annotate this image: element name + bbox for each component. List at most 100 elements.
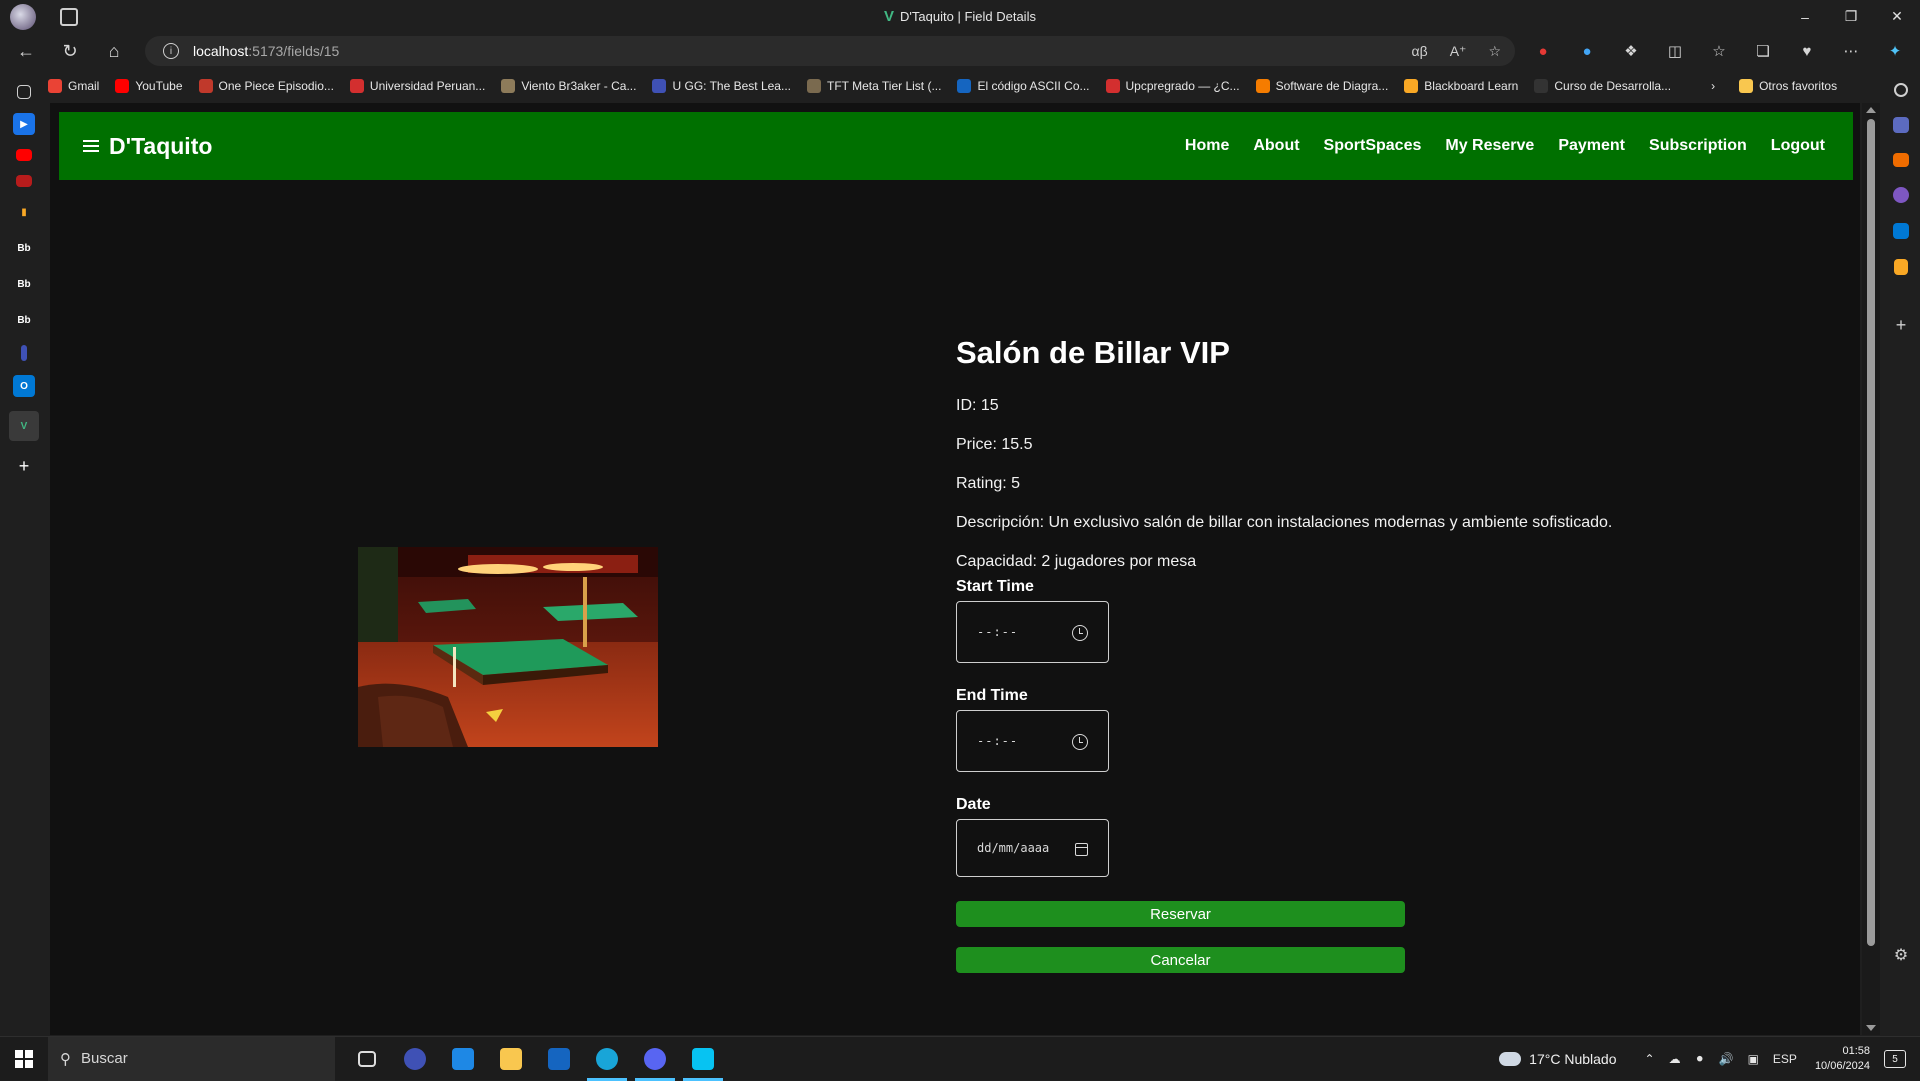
page-scrollbar[interactable]	[1862, 103, 1880, 1035]
back-button[interactable]: ←	[8, 35, 44, 67]
course-icon	[1534, 79, 1549, 93]
url-bar[interactable]: i localhost:5173/fields/15 αβ A⁺ ☆	[145, 36, 1515, 66]
refresh-button[interactable]: ↻	[52, 35, 88, 67]
cancel-button[interactable]: Cancelar	[956, 947, 1405, 973]
outlook-icon[interactable]	[1893, 223, 1909, 239]
nav-my-reserve[interactable]: My Reserve	[1445, 137, 1534, 155]
tab-youtube-icon[interactable]	[16, 175, 32, 187]
bookmark-item[interactable]: Blackboard Learn	[1404, 79, 1518, 93]
extensions-icon[interactable]: ❖	[1618, 38, 1644, 64]
restore-button[interactable]: ❐	[1828, 0, 1874, 33]
task-view-button[interactable]	[343, 1037, 391, 1081]
other-favorites-folder[interactable]: Otros favoritos	[1739, 79, 1837, 93]
volume-icon[interactable]: 🔊	[1719, 1052, 1734, 1066]
chart-icon[interactable]	[1894, 259, 1908, 275]
nav-home[interactable]: Home	[1185, 137, 1229, 155]
university-icon	[349, 79, 364, 93]
nav-about[interactable]: About	[1253, 137, 1299, 155]
notifications-icon[interactable]: 5	[1884, 1050, 1906, 1068]
nav-subscription[interactable]: Subscription	[1649, 137, 1747, 155]
add-sidebar-app-icon[interactable]: +	[1891, 315, 1911, 335]
chevron-right-icon[interactable]: ›	[1711, 79, 1715, 93]
weather-widget[interactable]: 17°C Nublado	[1499, 1051, 1617, 1067]
nav-logout[interactable]: Logout	[1771, 137, 1825, 155]
games-icon[interactable]	[1893, 187, 1909, 203]
tab-video-icon[interactable]: ▶	[13, 113, 35, 135]
clock-icon[interactable]	[1072, 734, 1088, 750]
bookmark-item[interactable]: U GG: The Best Lea...	[652, 79, 791, 93]
bookmark-item[interactable]: El código ASCII Co...	[957, 79, 1090, 93]
bookmark-item[interactable]: Universidad Peruan...	[349, 79, 485, 93]
start-time-input[interactable]: --:--	[956, 601, 1109, 663]
tab-generic-icon[interactable]	[21, 345, 27, 361]
performance-icon[interactable]: ♥	[1794, 38, 1820, 64]
tab-youtube-icon[interactable]	[16, 149, 32, 161]
taskbar-search[interactable]: ⚲ Buscar	[48, 1036, 335, 1081]
taskbar-app[interactable]	[439, 1037, 487, 1081]
tab-chart-icon[interactable]: ▮	[13, 201, 35, 223]
copilot-icon[interactable]: ✦	[1882, 38, 1908, 64]
search-icon[interactable]	[1894, 83, 1908, 97]
minimize-button[interactable]: –	[1782, 0, 1828, 33]
new-tab-icon[interactable]: +	[13, 455, 35, 477]
scrollbar-thumb[interactable]	[1867, 119, 1875, 946]
bookmark-item[interactable]: YouTube	[115, 79, 183, 93]
tab-blackboard-icon[interactable]: Bb	[13, 237, 35, 259]
close-window-button[interactable]: ✕	[1874, 0, 1920, 33]
microphone-icon[interactable]: ⚫	[1695, 1052, 1705, 1066]
vertical-tabs-icon[interactable]	[17, 85, 31, 99]
edge-browser-icon	[596, 1047, 618, 1070]
favorite-star-icon[interactable]: ☆	[1488, 43, 1501, 60]
app-brand[interactable]: D'Taquito	[109, 133, 212, 160]
tab-outlook-icon[interactable]: O	[13, 375, 35, 397]
tab-vue-icon[interactable]: V	[9, 411, 39, 441]
bookmark-item[interactable]: Curso de Desarrolla...	[1534, 79, 1671, 93]
profile-avatar[interactable]	[10, 3, 36, 30]
taskbar-app[interactable]	[583, 1037, 631, 1081]
taskbar-app[interactable]	[391, 1037, 439, 1081]
network-icon[interactable]: ▣	[1748, 1052, 1759, 1066]
favorites-icon[interactable]: ☆	[1706, 38, 1732, 64]
bookmark-item[interactable]: TFT Meta Tier List (...	[806, 79, 941, 93]
settings-gear-icon[interactable]: ⚙	[1891, 945, 1911, 965]
chevron-up-icon[interactable]: ⌃	[1645, 1052, 1655, 1066]
weather-text: 17°C Nublado	[1529, 1051, 1617, 1067]
more-menu-icon[interactable]: ⋯	[1838, 38, 1864, 64]
tools-icon[interactable]	[1893, 153, 1909, 167]
taskbar-app[interactable]	[631, 1037, 679, 1081]
clock-icon[interactable]	[1072, 625, 1088, 641]
extension-blue-icon[interactable]: ●	[1574, 38, 1600, 64]
end-time-input[interactable]: --:--	[956, 710, 1109, 772]
taskbar-app[interactable]	[487, 1037, 535, 1081]
shopping-icon[interactable]	[1893, 117, 1909, 133]
nav-sportspaces[interactable]: SportSpaces	[1324, 137, 1422, 155]
taskbar-clock[interactable]: 01:58 10/06/2024	[1815, 1044, 1870, 1074]
tab-actions-icon[interactable]	[60, 7, 78, 26]
taskbar-app[interactable]	[679, 1037, 727, 1081]
site-info-icon[interactable]: i	[163, 43, 179, 59]
translate-icon[interactable]: αβ	[1412, 43, 1428, 60]
start-button[interactable]	[0, 1037, 48, 1081]
scroll-up-arrow-icon[interactable]	[1866, 107, 1876, 113]
nav-payment[interactable]: Payment	[1558, 137, 1625, 155]
tab-blackboard-icon[interactable]: Bb	[13, 273, 35, 295]
bookmark-item[interactable]: One Piece Episodio...	[198, 79, 334, 93]
reserve-button[interactable]: Reservar	[956, 901, 1405, 927]
scroll-down-arrow-icon[interactable]	[1866, 1025, 1876, 1031]
bookmark-item[interactable]: Software de Diagra...	[1255, 79, 1388, 93]
split-screen-icon[interactable]: ◫	[1662, 38, 1688, 64]
home-button[interactable]: ⌂	[96, 35, 132, 67]
bookmark-item[interactable]: Gmail	[48, 79, 99, 93]
date-input[interactable]: dd/mm/aaaa	[956, 819, 1109, 877]
collections-icon[interactable]: ❏	[1750, 38, 1776, 64]
extension-red-icon[interactable]: ●	[1530, 38, 1556, 64]
language-indicator[interactable]: ESP	[1773, 1052, 1797, 1066]
hamburger-menu-icon[interactable]	[83, 140, 99, 152]
tab-blackboard-icon[interactable]: Bb	[13, 309, 35, 331]
read-aloud-icon[interactable]: A⁺	[1450, 43, 1467, 60]
bookmark-item[interactable]: Viento Br3aker - Ca...	[501, 79, 636, 93]
onedrive-icon[interactable]: ☁	[1669, 1052, 1681, 1066]
bookmark-item[interactable]: Upcpregrado — ¿C...	[1105, 79, 1240, 93]
calendar-icon[interactable]	[1075, 843, 1088, 856]
taskbar-app[interactable]	[535, 1037, 583, 1081]
